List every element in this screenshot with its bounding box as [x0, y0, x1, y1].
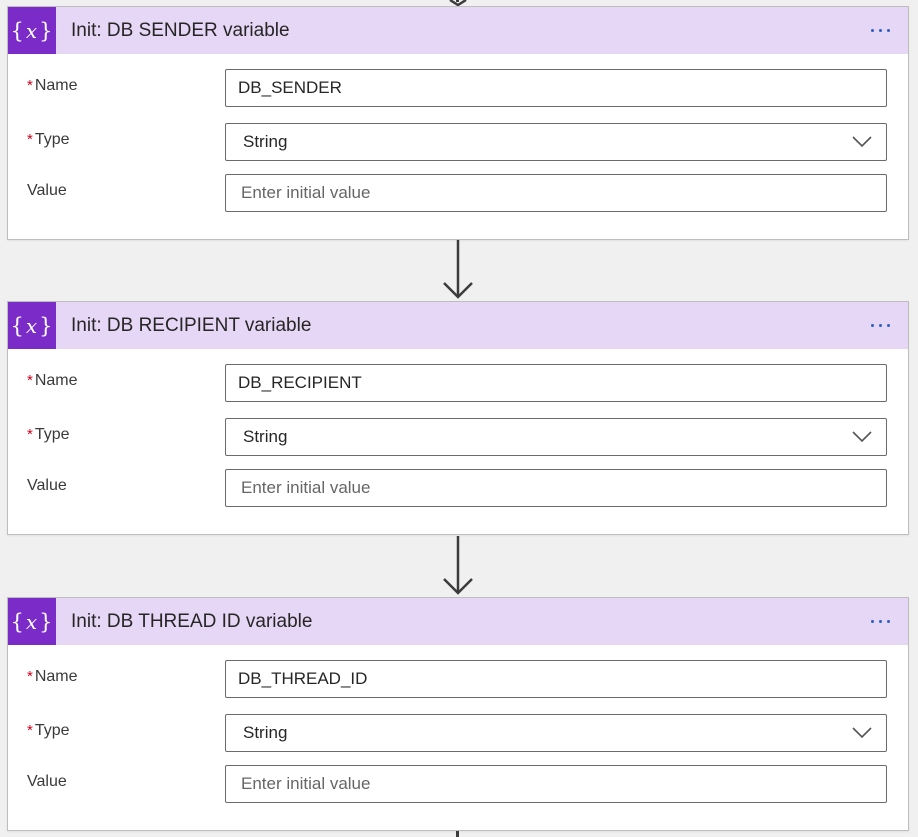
required-marker: *	[27, 722, 33, 739]
required-marker: *	[27, 77, 33, 94]
name-label: * Name	[27, 372, 78, 389]
value-input[interactable]: Enter initial value	[225, 469, 887, 507]
more-options-button[interactable]	[862, 314, 898, 336]
card-header[interactable]: {x} Init: DB SENDER variable	[8, 7, 908, 54]
name-label: * Name	[27, 668, 78, 685]
name-input[interactable]: DB_SENDER	[225, 69, 887, 107]
action-card-db-thread-id[interactable]: {x} Init: DB THREAD ID variable * Name DB…	[7, 597, 909, 831]
type-selected-value: String	[243, 427, 288, 446]
card-title: Init: DB RECIPIENT variable	[71, 314, 312, 336]
type-label: * Type	[27, 722, 70, 739]
value-input[interactable]: Enter initial value	[225, 765, 887, 803]
card-body: * Name DB_RECIPIENT * Type String Value En…	[8, 349, 908, 534]
type-selected-value: String	[243, 723, 288, 742]
curly-braces-x-icon: {x}	[8, 7, 56, 54]
arrow-down-icon	[443, 536, 473, 595]
required-marker: *	[27, 372, 33, 389]
more-options-button[interactable]	[862, 610, 898, 632]
action-card-db-sender[interactable]: {x} Init: DB SENDER variable * Name DB_SE…	[7, 6, 909, 240]
type-dropdown[interactable]: String	[225, 714, 887, 752]
card-title: Init: DB THREAD ID variable	[71, 610, 313, 632]
flow-canvas: {x} Init: DB SENDER variable * Name DB_SE…	[0, 0, 918, 837]
connector-arrow-1	[440, 240, 476, 302]
arrow-down-icon	[443, 240, 473, 299]
curly-braces-x-icon: {x}	[8, 598, 56, 645]
name-input[interactable]: DB_RECIPIENT	[225, 364, 887, 402]
type-label: * Type	[27, 131, 70, 148]
connector-bottom-stub	[456, 831, 459, 837]
curly-braces-x-icon: {x}	[8, 302, 56, 349]
value-input[interactable]: Enter initial value	[225, 174, 887, 212]
chevron-down-icon	[852, 727, 872, 739]
required-marker: *	[27, 668, 33, 685]
chevron-down-icon	[852, 431, 872, 443]
connector-arrow-2	[440, 536, 476, 598]
name-input[interactable]: DB_THREAD_ID	[225, 660, 887, 698]
card-body: * Name DB_SENDER * Type String Value Enter…	[8, 54, 908, 239]
value-label: Value	[27, 773, 67, 790]
action-card-db-recipient[interactable]: {x} Init: DB RECIPIENT variable * Name DB…	[7, 301, 909, 535]
card-header[interactable]: {x} Init: DB THREAD ID variable	[8, 598, 908, 645]
type-dropdown[interactable]: String	[225, 123, 887, 161]
card-title: Init: DB SENDER variable	[71, 19, 290, 41]
more-options-button[interactable]	[862, 19, 898, 41]
value-label: Value	[27, 477, 67, 494]
required-marker: *	[27, 131, 33, 148]
chevron-down-icon	[852, 136, 872, 148]
type-dropdown[interactable]: String	[225, 418, 887, 456]
type-label: * Type	[27, 426, 70, 443]
type-selected-value: String	[243, 132, 288, 151]
value-label: Value	[27, 182, 67, 199]
name-label: * Name	[27, 77, 78, 94]
card-body: * Name DB_THREAD_ID * Type String Value En…	[8, 645, 908, 830]
required-marker: *	[27, 426, 33, 443]
card-header[interactable]: {x} Init: DB RECIPIENT variable	[8, 302, 908, 349]
